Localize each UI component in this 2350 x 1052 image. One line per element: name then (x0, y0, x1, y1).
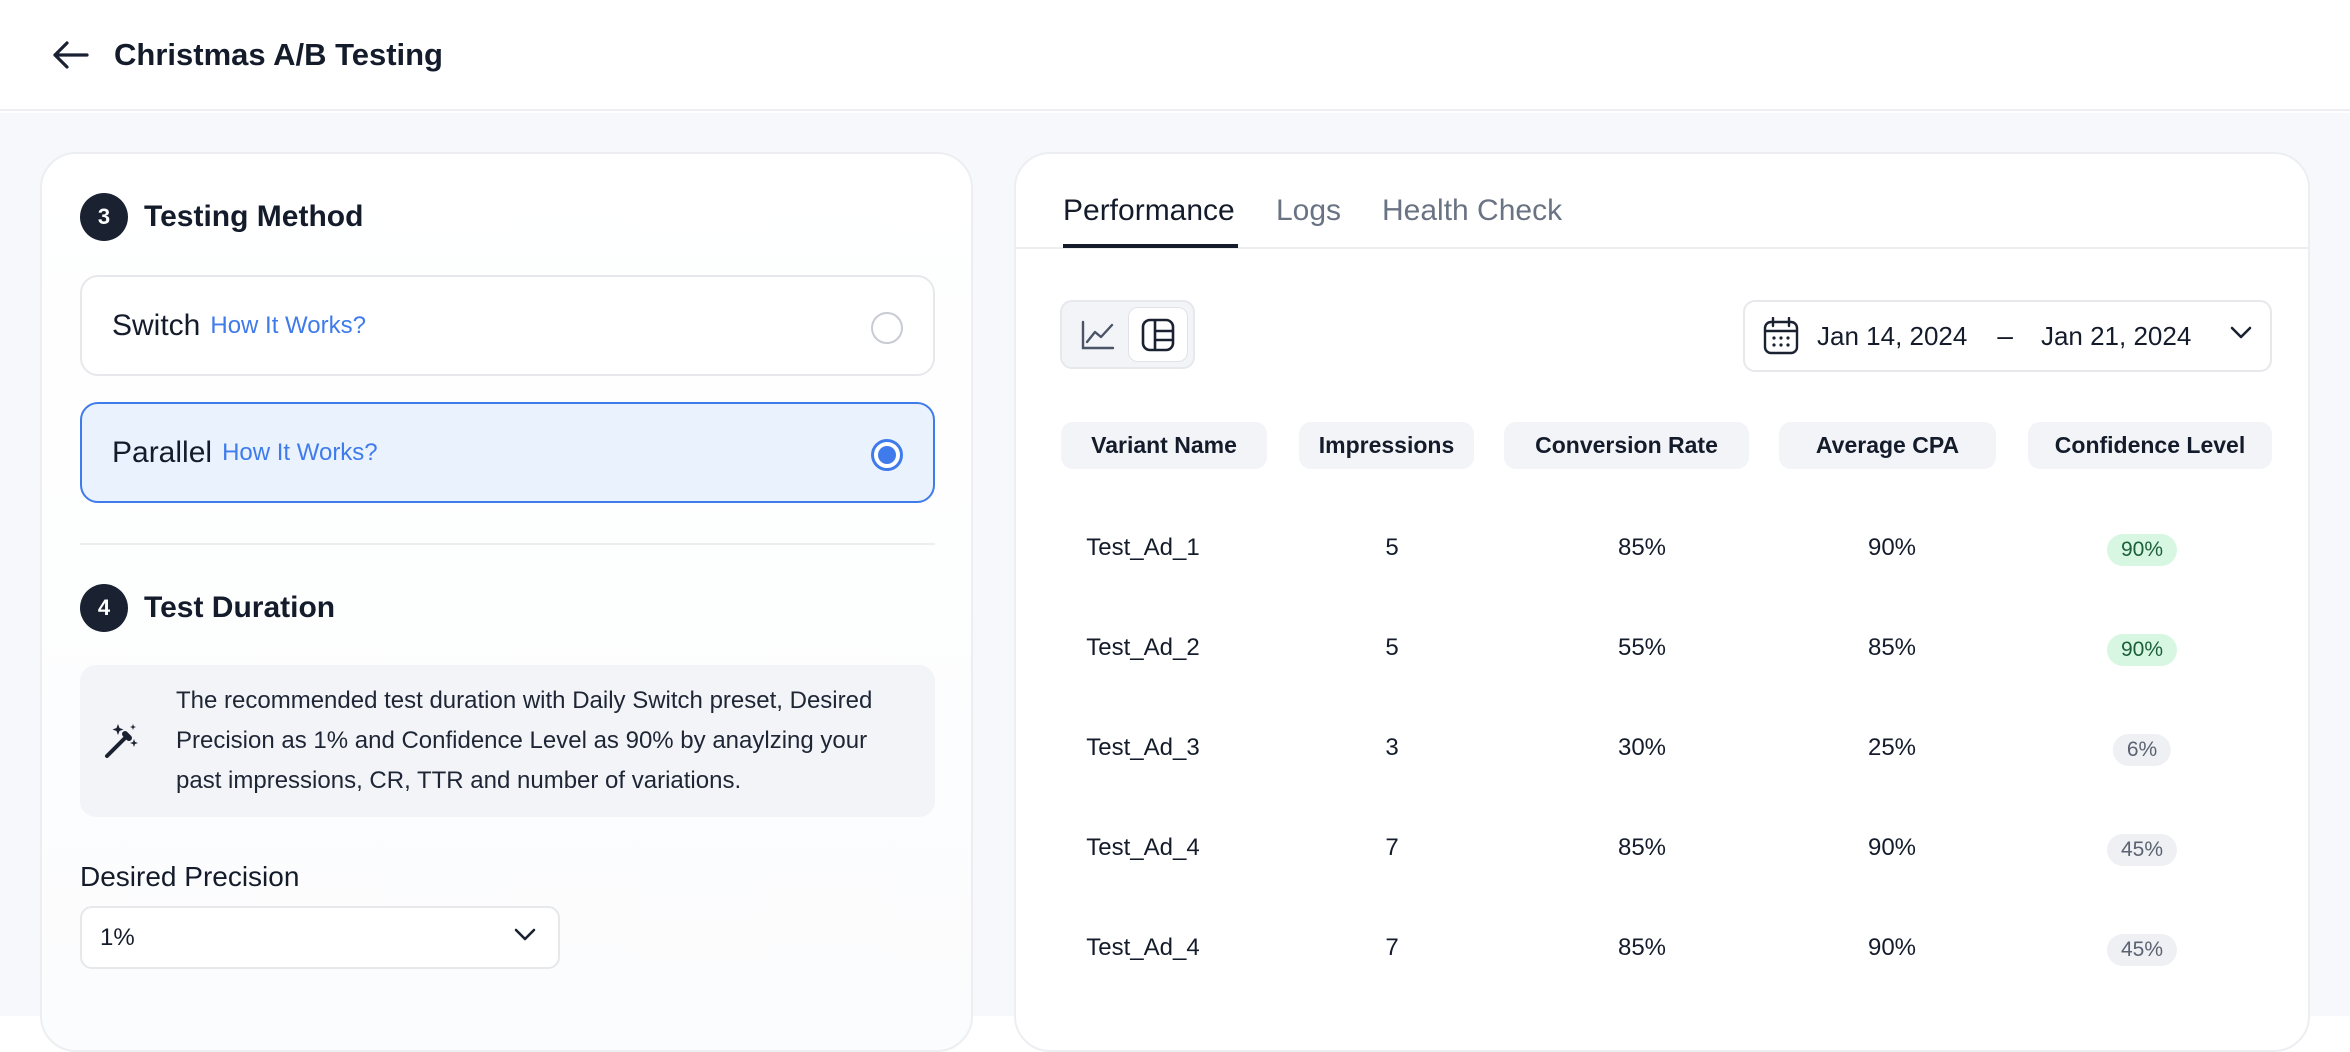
back-arrow-icon (53, 40, 89, 69)
conversion-rate-cell: 85% (1617, 534, 1667, 561)
how-it-works-link[interactable]: How It Works? (222, 439, 378, 467)
impressions-cell: 7 (1385, 834, 1399, 861)
recommendation-box: The recommended test duration with Daily… (80, 665, 935, 817)
confidence-badge: 45% (2106, 834, 2178, 866)
table-layout-icon (1141, 318, 1175, 351)
recommendation-line: The recommended test duration with Daily… (176, 687, 873, 714)
magic-wand-icon (105, 724, 138, 758)
start-date: Jan 14, 2024 (1817, 320, 1968, 351)
recommendation-line: Precision as 1% and Confidence Level as … (176, 727, 868, 754)
column-header-impressions[interactable]: Impressions (1299, 422, 1474, 469)
variant-name-cell: Test_Ad_4 (1086, 834, 1200, 861)
calendar-icon (1763, 317, 1799, 355)
variant-name-cell: Test_Ad_1 (1086, 534, 1200, 561)
setup-panel: 3 Testing Method Switch How It Works? Pa… (40, 152, 973, 1052)
active-tab-indicator (1063, 244, 1238, 248)
conversion-rate-cell: 85% (1617, 834, 1667, 861)
select-value: 1% (100, 923, 135, 951)
desired-precision-select[interactable]: 1% (80, 906, 560, 969)
average-cpa-cell: 25% (1867, 734, 1917, 761)
step-badge: 3 (80, 193, 128, 241)
end-date: Jan 21, 2024 (2040, 320, 2192, 351)
recommendation-text: The recommended test duration with Daily… (176, 681, 872, 801)
table-view-button[interactable] (1128, 307, 1188, 362)
step-badge: 4 (80, 584, 128, 632)
tab-health-check[interactable]: Health Check (1382, 194, 1562, 228)
chart-view-button[interactable] (1068, 307, 1128, 362)
page-title: Christmas A/B Testing (114, 36, 443, 72)
results-panel: Performance Logs Health Check Jan 14, 20… (1014, 152, 2310, 1052)
conversion-rate-cell: 30% (1617, 734, 1667, 761)
how-it-works-link[interactable]: How It Works? (210, 312, 366, 340)
tab-bar: Performance Logs Health Check (1016, 154, 2308, 249)
option-label: Switch (112, 308, 201, 342)
section-title: Testing Method (144, 200, 364, 233)
section-divider (80, 543, 935, 545)
tab-logs[interactable]: Logs (1276, 194, 1341, 228)
line-chart-icon (1081, 320, 1115, 349)
method-option-switch[interactable]: Switch How It Works? (80, 275, 935, 376)
confidence-badge: 90% (2106, 534, 2178, 566)
variant-name-cell: Test_Ad_4 (1086, 934, 1200, 961)
back-button[interactable] (48, 33, 92, 77)
impressions-cell: 5 (1385, 634, 1399, 661)
date-separator: – (1997, 320, 2013, 351)
average-cpa-cell: 85% (1867, 634, 1917, 661)
test-duration-header: 4 Test Duration (80, 584, 335, 632)
radio-switch[interactable] (871, 312, 903, 344)
chevron-down-icon (2230, 326, 2252, 339)
date-range-picker[interactable]: Jan 14, 2024 – Jan 21, 2024 (1743, 300, 2272, 372)
view-toggle (1060, 300, 1195, 369)
variant-name-cell: Test_Ad_3 (1086, 734, 1200, 761)
radio-parallel[interactable] (871, 439, 903, 471)
confidence-badge: 6% (2112, 734, 2172, 766)
conversion-rate-cell: 55% (1617, 634, 1667, 661)
column-header-average-cpa[interactable]: Average CPA (1779, 422, 1996, 469)
testing-method-header: 3 Testing Method (80, 193, 363, 241)
column-header-variant-name[interactable]: Variant Name (1061, 422, 1267, 469)
confidence-badge: 90% (2106, 634, 2178, 666)
section-title: Test Duration (144, 591, 336, 624)
top-bar: Christmas A/B Testing (0, 0, 2350, 111)
average-cpa-cell: 90% (1867, 534, 1917, 561)
impressions-cell: 7 (1385, 934, 1399, 961)
chevron-down-icon (514, 928, 536, 941)
tab-performance[interactable]: Performance (1063, 194, 1235, 228)
method-option-parallel[interactable]: Parallel How It Works? (80, 402, 935, 503)
column-header-conversion-rate[interactable]: Conversion Rate (1504, 422, 1749, 469)
recommendation-line: past impressions, CR, TTR and number of … (176, 767, 742, 794)
average-cpa-cell: 90% (1867, 934, 1917, 961)
option-label: Parallel (112, 435, 213, 469)
column-header-confidence-level[interactable]: Confidence Level (2028, 422, 2272, 469)
desired-precision-label: Desired Precision (80, 861, 300, 892)
variant-name-cell: Test_Ad_2 (1086, 634, 1200, 661)
confidence-badge: 45% (2106, 934, 2178, 966)
impressions-cell: 3 (1385, 734, 1399, 761)
average-cpa-cell: 90% (1867, 834, 1917, 861)
conversion-rate-cell: 85% (1617, 934, 1667, 961)
impressions-cell: 5 (1385, 534, 1399, 561)
